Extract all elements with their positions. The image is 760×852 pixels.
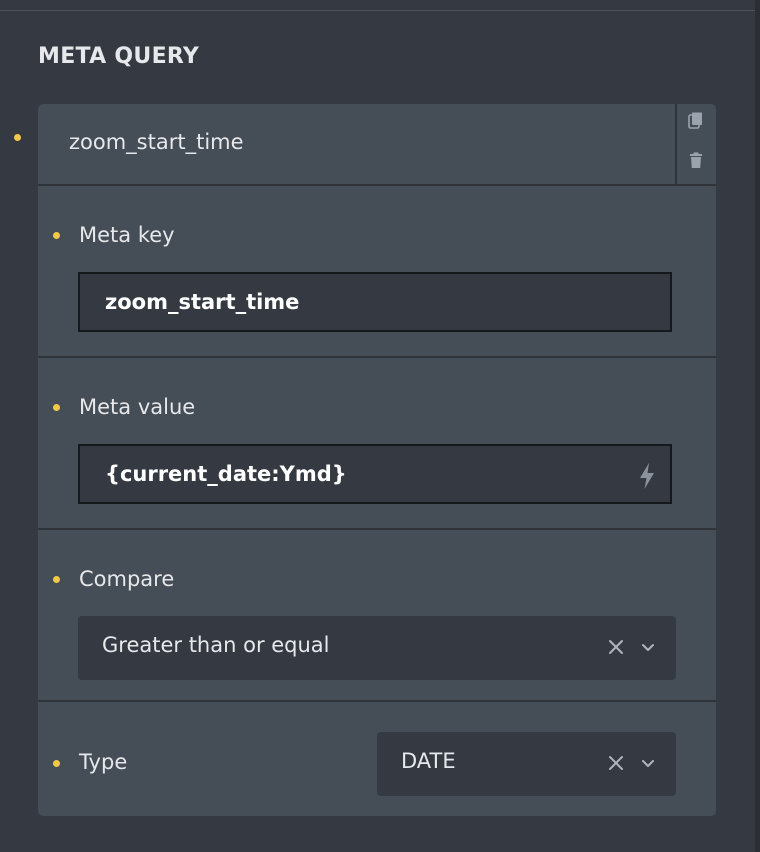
meta-query-item: zoom_start_time Meta key zoom_start_time… <box>38 104 716 816</box>
chevron-down-icon[interactable] <box>639 753 657 773</box>
clear-icon[interactable] <box>606 637 626 657</box>
compare-label: Compare <box>79 567 175 591</box>
type-dot <box>53 760 60 767</box>
clear-icon[interactable] <box>606 753 626 773</box>
meta-key-label: Meta key <box>79 223 175 247</box>
panel-scrollbar-track[interactable] <box>755 0 760 852</box>
meta-value-value: {current_date:Ymd} <box>105 462 347 486</box>
section-title: META QUERY <box>38 44 200 69</box>
type-select[interactable]: DATE <box>377 732 676 796</box>
meta-value-dot <box>53 404 60 411</box>
bolt-icon[interactable] <box>637 462 657 490</box>
meta-key-field: Meta key zoom_start_time <box>38 186 716 358</box>
copy-icon[interactable] <box>686 111 704 129</box>
compare-field: Compare Greater than or equal <box>38 530 716 702</box>
type-field: Type DATE <box>38 702 716 816</box>
panel-top-divider <box>0 10 755 11</box>
type-label: Type <box>79 750 128 774</box>
item-indicator-dot <box>14 134 21 141</box>
compare-select[interactable]: Greater than or equal <box>78 616 676 680</box>
meta-key-value: zoom_start_time <box>105 290 300 314</box>
meta-value-input[interactable]: {current_date:Ymd} <box>78 444 672 504</box>
type-select-value: DATE <box>401 749 456 773</box>
query-item-header[interactable]: zoom_start_time <box>38 104 716 186</box>
chevron-down-icon[interactable] <box>639 637 657 657</box>
compare-select-value: Greater than or equal <box>102 633 330 657</box>
meta-key-dot <box>53 232 60 239</box>
query-item-title: zoom_start_time <box>69 130 244 154</box>
meta-value-field: Meta value {current_date:Ymd} <box>38 358 716 530</box>
trash-icon[interactable] <box>688 152 706 170</box>
query-item-actions <box>675 104 716 184</box>
meta-key-input[interactable]: zoom_start_time <box>78 272 672 332</box>
meta-value-label: Meta value <box>79 395 196 419</box>
compare-dot <box>53 576 60 583</box>
